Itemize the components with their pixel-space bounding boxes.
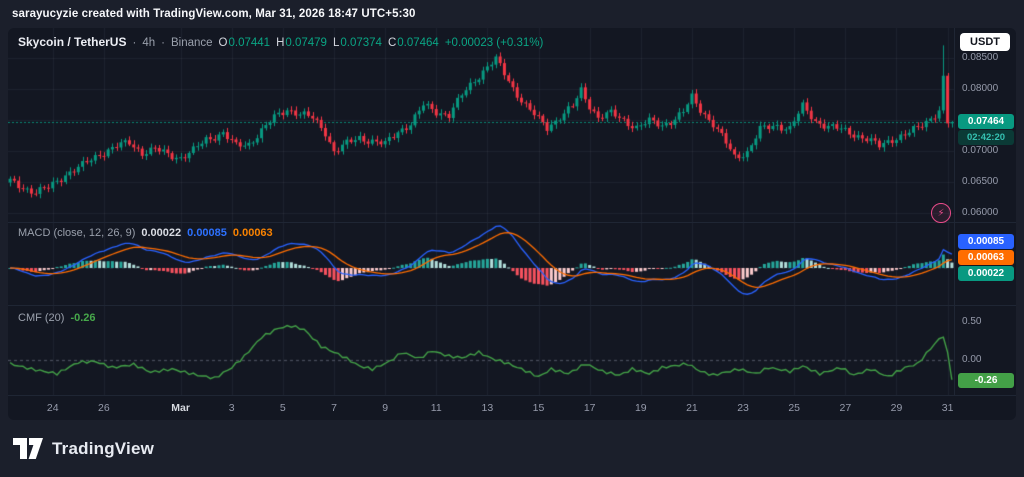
price-tick-label: 0.07000 [962,145,998,157]
chart-card: Skycoin / TetherUS · 4h · Binance O0.074… [8,28,1016,420]
attribution-text: sarayucyzie created with TradingView.com… [12,8,416,20]
legend-separator: · [132,37,136,49]
footer: TradingView [0,420,1024,477]
macd-axis-badge: 0.00022 [958,266,1014,281]
legend-separator: · [161,37,165,49]
time-tick-label: 5 [280,396,286,420]
pane-separator-macd[interactable] [8,222,1016,223]
countdown-badge: 02:42:20 [958,130,1014,145]
ohlc-high: H0.07479 [276,37,327,49]
time-tick-label: 11 [431,396,442,420]
ohlc-low: L0.07374 [333,37,382,49]
ohlc-open: O0.07441 [219,37,271,49]
time-tick-label: 9 [382,396,388,420]
time-tick-label: 13 [482,396,494,420]
time-scale[interactable]: 24 26 Mar 3 5 7 9 11 13 15 17 19 21 23 25 27 29 31 [8,395,1016,420]
time-tick-label: 21 [686,396,698,420]
price-tick-label: 0.08500 [962,52,998,64]
interval-label[interactable]: 4h [142,37,155,49]
cmf-label[interactable]: CMF (20) [18,312,64,324]
macd-axis-badge: 0.00085 [958,234,1014,249]
time-tick-label: 24 [47,396,59,420]
chart-canvas[interactable] [8,28,954,395]
cmf-value: -0.26 [70,312,95,324]
time-tick-label: Mar [171,396,190,420]
cmf-legend: CMF (20) -0.26 [18,312,96,324]
time-tick-label: 26 [98,396,110,420]
symbol-title[interactable]: Skycoin / TetherUS [18,35,126,49]
price-scale[interactable]: 0.085000.080000.075000.070000.065000.060… [954,28,1016,395]
ohlc-close: C0.07464 [388,37,439,49]
cmf-value-badge: -0.26 [958,373,1014,388]
exchange-label: Binance [171,37,213,49]
time-tick-label: 25 [788,396,800,420]
time-tick-label: 27 [839,396,851,420]
pane-separator-cmf[interactable] [8,305,1016,306]
macd-axis-badge: 0.00063 [958,250,1014,265]
price-tick-label: 0.08000 [962,83,998,95]
time-tick-label: 7 [331,396,337,420]
time-tick-label: 17 [584,396,596,420]
tradingview-logo-icon[interactable] [13,438,43,459]
currency-toggle-button[interactable]: USDT [960,33,1010,51]
last-price-badge: 0.07464 [958,114,1014,129]
macd-line-value: 0.00085 [187,227,227,239]
macd-label[interactable]: MACD (close, 12, 26, 9) [18,227,135,239]
attribution-bar: sarayucyzie created with TradingView.com… [0,0,1024,28]
lightning-icon[interactable]: ⚡ [931,203,951,223]
time-tick-label: 29 [891,396,903,420]
time-tick-label: 23 [737,396,749,420]
cmf-tick-label: 0.00 [962,354,981,366]
symbol-legend: Skycoin / TetherUS · 4h · Binance O0.074… [18,35,543,49]
price-change: +0.00023 (+0.31%) [445,37,543,49]
tradingview-brand-text[interactable]: TradingView [52,439,154,459]
macd-legend: MACD (close, 12, 26, 9) 0.00022 0.00085 … [18,227,273,239]
price-tick-label: 0.06000 [962,207,998,219]
time-tick-label: 19 [635,396,647,420]
price-tick-label: 0.06500 [962,176,998,188]
time-tick-label: 15 [533,396,545,420]
cmf-tick-label: 0.50 [962,316,981,328]
time-tick-label: 3 [229,396,235,420]
macd-hist-value: 0.00022 [141,227,181,239]
macd-signal-value: 0.00063 [233,227,273,239]
time-tick-label: 31 [942,396,954,420]
